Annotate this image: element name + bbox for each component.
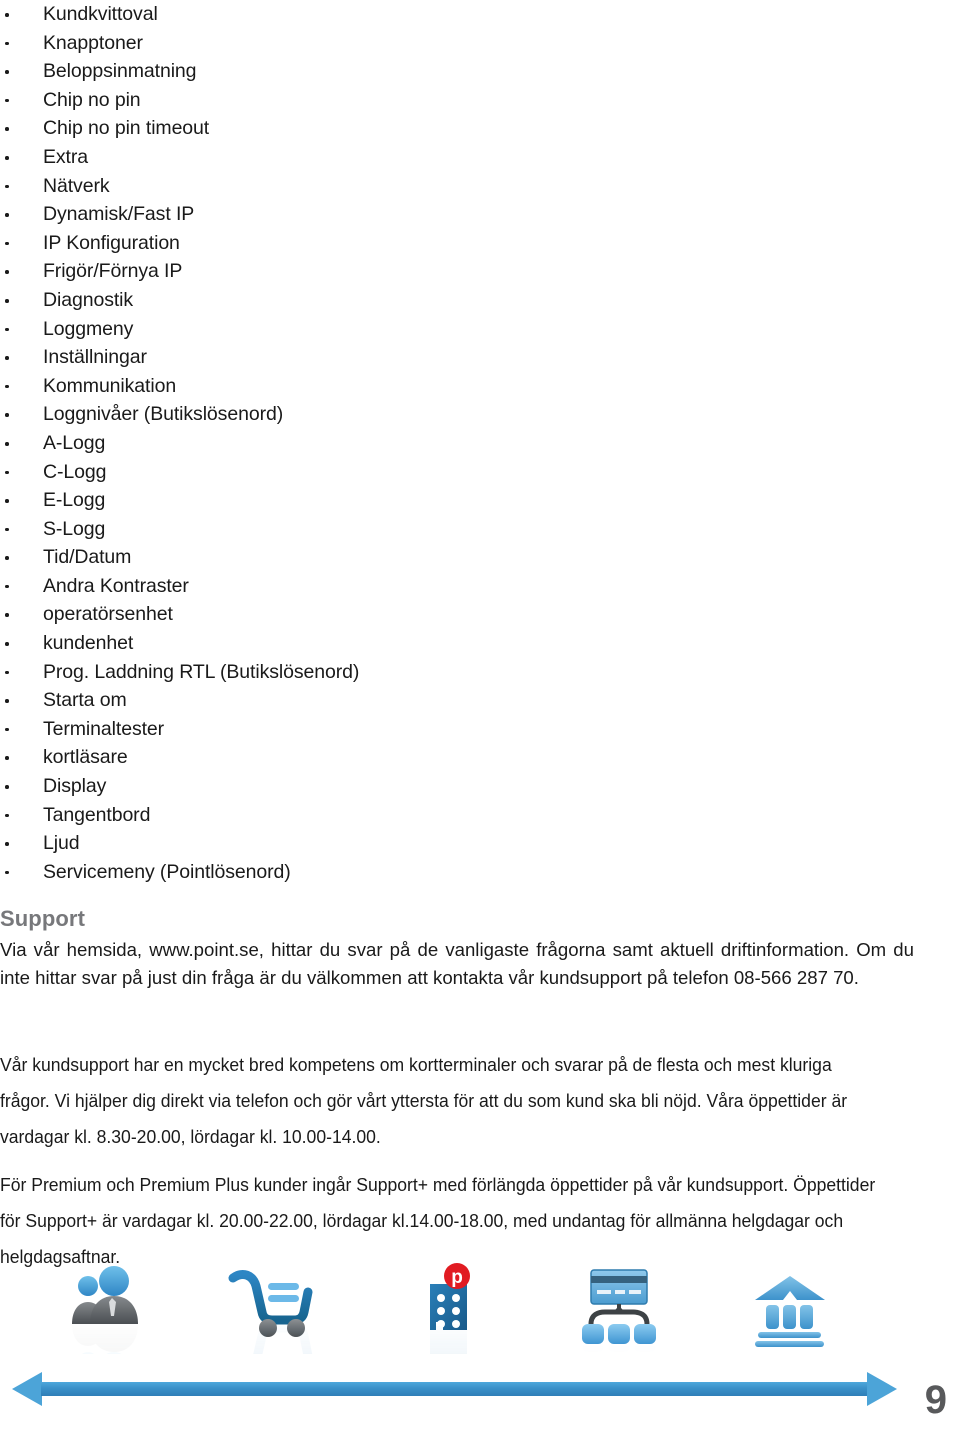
menu-list-item: Ljud (0, 829, 940, 858)
arrow-shaft (41, 1382, 869, 1396)
menu-list-item: Frigör/Förnya IP (0, 257, 940, 286)
bank-building-icon-reflection (733, 1344, 853, 1362)
menu-list-item-label: C-Logg (43, 460, 107, 483)
menu-bullet-list: Kundkvittoval Knapptoner Beloppsinmatning C… (0, 0, 940, 886)
bank-building-icon (733, 1262, 853, 1362)
menu-list-item-label: Prog. Laddning RTL (Butikslösenord) (43, 660, 360, 683)
menu-list-item: Display (0, 772, 940, 801)
menu-list-item-label: Nätverk (43, 174, 110, 197)
menu-list-item-label: Chip no pin timeout (43, 117, 210, 140)
menu-list-item: Extra (0, 143, 940, 172)
arrow-left-head-icon (12, 1372, 42, 1406)
menu-list-item-label: Diagnostik (43, 288, 134, 311)
menu-list-item: Inställningar (0, 343, 940, 372)
menu-list-item-label: Display (43, 775, 107, 798)
two-people-icon-reflection (68, 1324, 188, 1354)
menu-list-item-label: Ljud (43, 832, 80, 855)
menu-list-item-label: Beloppsinmatning (43, 60, 197, 83)
support-paragraph-3: För Premium och Premium Plus kunder ingå… (0, 1174, 876, 1267)
menu-list-item-label: Kundkvittoval (43, 3, 158, 25)
menu-list-item-label: Tid/Datum (43, 546, 132, 569)
menu-list-item: Nätverk (0, 172, 940, 201)
menu-list-item: Tid/Datum (0, 543, 940, 572)
menu-list-item: kundenhet (0, 629, 940, 658)
menu-list-item: Kundkvittoval (0, 0, 940, 29)
menu-list-item-label: Extra (43, 145, 89, 168)
menu-list-item-label: Terminaltester (43, 717, 165, 740)
menu-list-item-label: S-Logg (43, 517, 106, 540)
menu-list-item: Chip no pin (0, 86, 940, 115)
bottom-double-arrow-bar (10, 1369, 900, 1409)
menu-list-item: Tangentbord (0, 801, 940, 830)
menu-list-item: operatörsenhet (0, 600, 940, 629)
menu-list-item-label: kortläsare (43, 746, 128, 769)
menu-list-item: Servicemeny (Pointlösenord) (0, 858, 940, 887)
menu-list-item-label: Knapptoner (43, 31, 143, 54)
support-paragraph-2: Vår kundsupport har en mycket bred kompe… (0, 1054, 848, 1147)
menu-list-item-label: A-Logg (43, 431, 106, 454)
shopping-cart-icon-reflection (227, 1324, 347, 1354)
menu-list-item: Beloppsinmatning (0, 57, 940, 86)
menu-list-item-label: Loggnivåer (Butikslösenord) (43, 403, 284, 426)
arrow-right-head-icon (867, 1372, 897, 1406)
menu-list-item-label: E-Logg (43, 489, 106, 512)
menu-list-item-label: Starta om (43, 689, 127, 712)
point-building-logo-icon: p (400, 1262, 520, 1362)
menu-list-item: Starta om (0, 686, 940, 715)
menu-list-item-label: operatörsenhet (43, 603, 173, 626)
menu-list-item-label: kundenhet (43, 632, 134, 655)
footer-icon-strip: p (0, 1262, 960, 1362)
menu-list-item: kortläsare (0, 743, 940, 772)
svg-text:p: p (451, 1267, 463, 1288)
point-building-logo-icon-reflection (400, 1324, 520, 1354)
menu-list-item: Dynamisk/Fast IP (0, 200, 940, 229)
menu-list-item: Diagnostik (0, 286, 940, 315)
menu-list-item-label: Frigör/Förnya IP (43, 260, 183, 283)
menu-list-item: Prog. Laddning RTL (Butikslösenord) (0, 658, 940, 687)
two-people-icon (68, 1262, 188, 1362)
menu-list-item-label: Loggmeny (43, 317, 134, 340)
menu-list-item: Chip no pin timeout (0, 114, 940, 143)
card-network-icon-reflection (563, 1338, 683, 1360)
support-heading: Support (0, 906, 86, 931)
menu-list-item: S-Logg (0, 515, 940, 544)
menu-list-item: Loggnivåer (Butikslösenord) (0, 400, 940, 429)
menu-list-item-label: Chip no pin (43, 88, 141, 111)
menu-list-item-label: Servicemeny (Pointlösenord) (43, 860, 291, 883)
menu-list-item: Kommunikation (0, 372, 940, 401)
menu-list-item-label: Inställningar (43, 346, 147, 369)
menu-list-item-label: Kommunikation (43, 374, 177, 397)
menu-list-item: Loggmeny (0, 315, 940, 344)
menu-list-item-label: IP Konfiguration (43, 231, 180, 254)
menu-list-item: Terminaltester (0, 715, 940, 744)
page-number: 9 (924, 1378, 947, 1422)
card-network-icon (563, 1262, 683, 1362)
menu-list-item: IP Konfiguration (0, 229, 940, 258)
menu-list-item-label: Tangentbord (43, 803, 151, 826)
menu-list-item: A-Logg (0, 429, 940, 458)
menu-list-item-label: Andra Kontraster (43, 574, 189, 597)
menu-list-item: Knapptoner (0, 29, 940, 58)
shopping-cart-icon (227, 1262, 347, 1362)
menu-list-item: Andra Kontraster (0, 572, 940, 601)
support-paragraph-1: Via vår hemsida, www.point.se, hittar du… (0, 939, 914, 989)
menu-list-item: C-Logg (0, 458, 940, 487)
menu-list-item-label: Dynamisk/Fast IP (43, 203, 195, 226)
menu-list-item: E-Logg (0, 486, 940, 515)
